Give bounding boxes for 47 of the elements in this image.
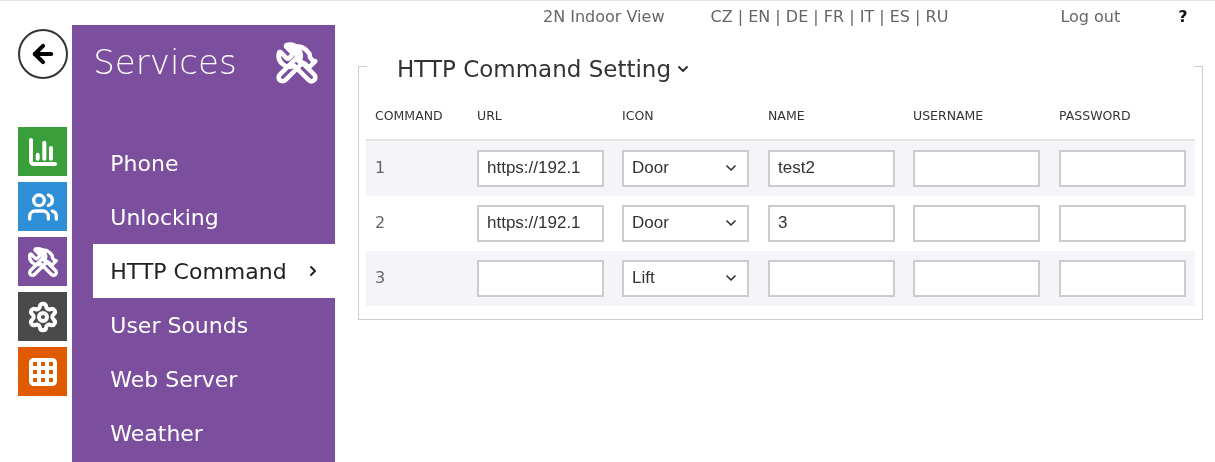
sidebar-item[interactable]: Weather [93,406,335,460]
password-field[interactable] [1059,259,1186,297]
name-field[interactable]: 3 [768,204,895,242]
column-header: USERNAME [913,106,985,125]
back-button[interactable] [18,29,68,79]
username-field[interactable] [913,149,1040,187]
sidebar-item[interactable]: User Sounds [93,298,335,352]
tools-icon [275,40,319,85]
sidebar-item[interactable]: Phone [93,136,335,190]
password-field[interactable] [1059,204,1186,242]
directory-nav-button[interactable] [18,182,67,231]
grid-icon [26,355,59,388]
url-field[interactable]: https://192.1 [477,204,604,242]
sidebar-item[interactable]: HTTP Command [93,244,335,298]
sidebar-title: Services [93,41,237,84]
column-header: PASSWORD [1059,106,1132,125]
name-field[interactable]: test2 [768,149,895,187]
name-field[interactable] [768,259,895,297]
logout-link[interactable]: Log out [1060,4,1121,29]
command-number: 1 [375,157,387,179]
sidebar-item[interactable]: Web Server [93,352,335,406]
command-number: 2 [375,212,387,234]
product-name: 2N Indoor View [543,5,665,28]
sidebar-item[interactable]: Unlocking [93,190,335,244]
icon-select[interactable]: Door [622,149,749,187]
settings-nav-button[interactable] [18,292,67,341]
system-nav-button[interactable] [18,347,67,396]
services-nav-button[interactable] [18,237,67,286]
column-header: URL [477,106,503,125]
icon-select[interactable]: Door [622,204,749,242]
column-header: NAME [768,106,806,125]
url-field[interactable] [477,259,604,297]
command-number: 3 [375,267,387,289]
username-field[interactable] [913,204,1040,242]
password-field[interactable] [1059,149,1186,187]
url-field[interactable]: https://192.1 [477,149,604,187]
column-header: ICON [622,106,655,125]
language-links[interactable]: CZ | EN | DE | FR | IT | ES | RU [710,4,949,29]
help-link[interactable]: ? [1178,4,1188,29]
username-field[interactable] [913,259,1040,297]
tools-icon [26,245,59,278]
status-nav-button[interactable] [18,127,67,176]
bar-chart-icon [26,135,59,168]
column-header: COMMAND [375,106,444,125]
settings-icon [26,300,59,333]
users-icon [26,190,59,223]
icon-select[interactable]: Lift [622,259,749,297]
